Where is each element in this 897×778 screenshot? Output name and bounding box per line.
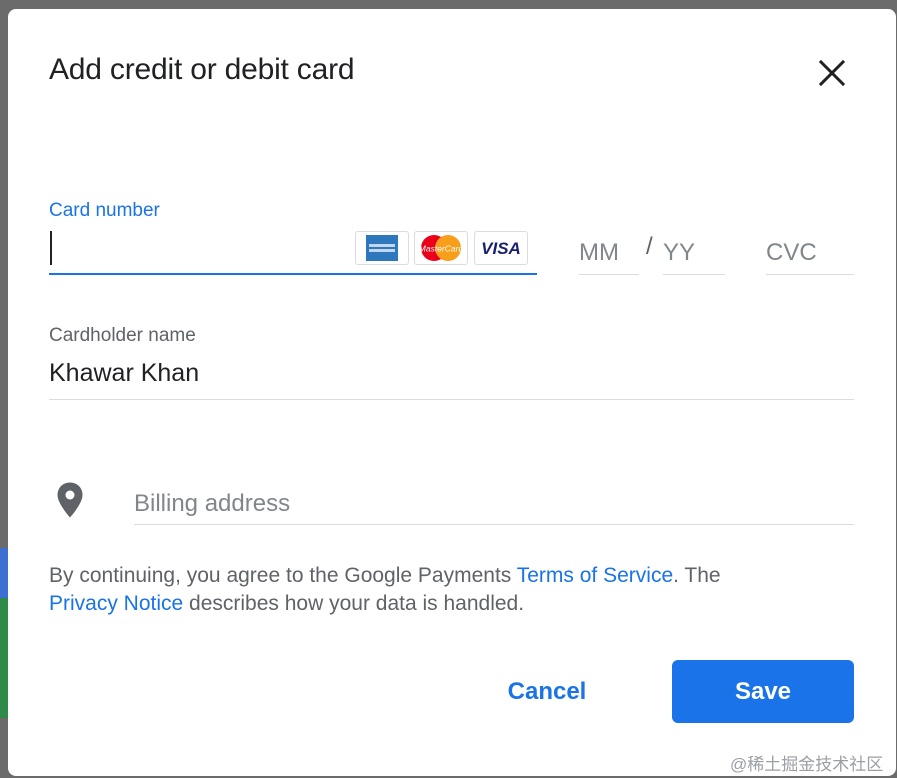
cardholder-name-input[interactable]: Khawar Khan	[49, 359, 199, 388]
cvc-input[interactable]: CVC	[766, 231, 854, 275]
card-number-input[interactable]	[50, 231, 52, 265]
privacy-notice-link[interactable]: Privacy Notice	[49, 592, 183, 615]
legal-text-before: By continuing, you agree to the Google P…	[49, 564, 517, 587]
terms-of-service-link[interactable]: Terms of Service	[517, 564, 673, 587]
mastercard-text: MasterCard	[419, 244, 464, 254]
location-pin-icon	[57, 482, 83, 518]
legal-notice: By continuing, you agree to the Google P…	[49, 562, 829, 618]
visa-text: VISA	[481, 239, 521, 258]
watermark: @稀土掘金技术社区	[730, 755, 884, 774]
add-card-dialog: Add credit or debit card Card number Mas…	[8, 9, 896, 776]
expiry-separator: /	[646, 233, 653, 260]
dialog-title: Add credit or debit card	[49, 53, 355, 86]
legal-text-middle: . The	[673, 564, 721, 587]
backdrop-strip-blue	[0, 548, 8, 598]
expiry-month-input[interactable]: MM	[579, 231, 639, 275]
save-button[interactable]: Save	[672, 660, 854, 723]
billing-address-input[interactable]: Billing address	[134, 483, 854, 525]
cardholder-name-underline	[49, 399, 854, 400]
card-number-label: Card number	[49, 200, 160, 221]
cancel-button[interactable]: Cancel	[486, 661, 608, 723]
amex-logo	[355, 231, 409, 265]
backdrop-strip-green	[0, 598, 8, 718]
cardholder-name-label: Cardholder name	[49, 325, 196, 346]
close-button[interactable]	[814, 55, 850, 91]
close-icon	[819, 60, 845, 86]
expiry-year-input[interactable]: YY	[663, 231, 725, 275]
card-number-underline	[49, 273, 537, 275]
visa-logo: VISA	[474, 231, 528, 265]
legal-text-after: describes how your data is handled.	[183, 592, 525, 615]
mastercard-logo: MasterCard	[414, 231, 468, 265]
